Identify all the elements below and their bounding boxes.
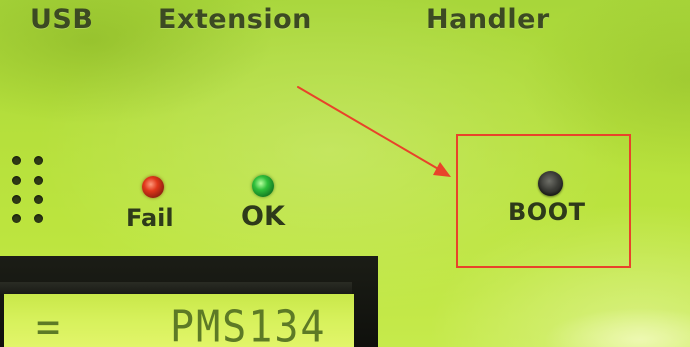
speaker-grille bbox=[0, 150, 52, 230]
ok-led-icon bbox=[252, 175, 274, 197]
speaker-hole bbox=[34, 176, 43, 185]
speaker-hole bbox=[12, 195, 21, 204]
speaker-hole bbox=[12, 156, 21, 165]
fail-led-icon bbox=[142, 176, 164, 198]
extension-label: Extension bbox=[158, 4, 312, 35]
lcd-bezel-inner bbox=[0, 282, 352, 294]
fail-label: Fail bbox=[126, 204, 174, 232]
speaker-hole bbox=[12, 176, 21, 185]
speaker-hole bbox=[34, 156, 43, 165]
light-reflection bbox=[450, 290, 690, 347]
lcd-model-text: PMS134 bbox=[170, 302, 327, 347]
speaker-hole bbox=[34, 195, 43, 204]
handler-label: Handler bbox=[426, 4, 550, 35]
usb-label: USB bbox=[30, 4, 94, 35]
boot-label: BOOT bbox=[508, 198, 586, 226]
lcd-left-text: = bbox=[36, 302, 63, 347]
boot-button[interactable] bbox=[538, 171, 563, 196]
speaker-hole bbox=[34, 214, 43, 223]
lcd-screen: = PMS134 bbox=[4, 294, 354, 347]
ok-label: OK bbox=[241, 201, 285, 232]
speaker-hole bbox=[12, 214, 21, 223]
